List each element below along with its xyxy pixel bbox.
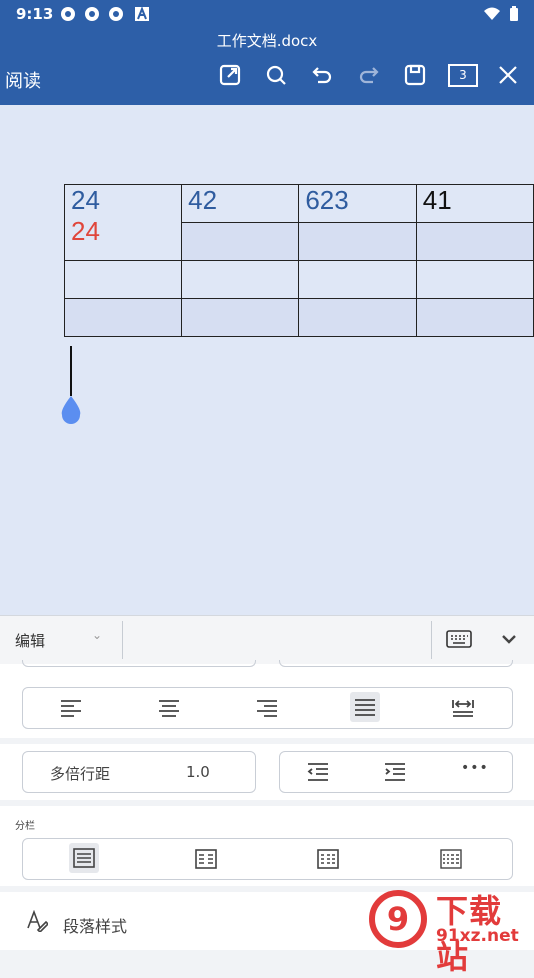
table-cell[interactable] [415,298,534,337]
status-time: 9:13 [16,5,54,23]
table-cell[interactable] [181,222,300,261]
align-left-icon[interactable] [59,697,83,719]
undo-icon[interactable] [309,62,335,88]
close-icon[interactable] [495,62,521,88]
document-canvas[interactable] [0,105,534,615]
red-text: 24 [71,216,100,246]
columns-group [22,838,513,880]
table-cell[interactable] [181,298,300,337]
notification-icon [109,7,123,21]
redo-icon[interactable] [356,62,382,88]
table-cell[interactable]: 24 24 [63,184,183,261]
cursor-handle[interactable] [60,396,82,424]
page-count-badge[interactable]: 3 [448,64,478,87]
watermark-logo: 9 下载站 91xz.net [366,886,534,976]
alignment-panel [0,678,534,738]
align-right-icon[interactable] [255,697,279,719]
a-badge-icon [135,6,149,21]
table-cell[interactable]: 42 [181,184,300,223]
table-cell[interactable]: 41 [415,184,534,223]
chevron-down-icon[interactable]: ⌄ [92,628,102,642]
text-cursor [70,346,72,396]
indent-group: ••• [279,751,513,793]
more-options-button[interactable]: ••• [461,760,489,776]
save-icon[interactable] [402,62,428,88]
table-cell[interactable]: 623 [298,184,417,223]
watermark-mark: 9 [369,890,427,948]
divider [122,621,123,659]
distribute-icon[interactable] [451,697,475,719]
three-column-icon[interactable] [316,848,340,870]
alignment-group [22,687,513,729]
chevron-down-icon[interactable] [500,630,518,648]
increase-indent-icon[interactable] [383,761,407,783]
divider [431,621,432,659]
document-title: 工作文档.docx [216,32,318,50]
columns-title: 分栏 [15,821,35,832]
align-center-icon[interactable] [157,697,181,719]
table-cell[interactable] [415,222,534,261]
edit-mode-label[interactable]: 编辑 [15,630,45,651]
paragraph-style-label[interactable]: 段落样式 [63,913,127,937]
notification-icon [85,7,99,21]
line-spacing-label: 多倍行距 [50,765,111,783]
columns-panel [0,806,534,886]
app-header: 9:13 工作文档.docx 阅读 3 [0,0,534,105]
table-cell[interactable] [181,260,300,299]
table-cell[interactable] [298,222,417,261]
panel-fragment [0,660,534,678]
keyboard-icon[interactable] [446,630,472,648]
edit-toolbar: 编辑 ⌄ [0,615,534,665]
read-mode-button[interactable]: 阅读 [5,67,41,93]
align-justify-icon[interactable] [350,692,380,722]
battery-icon [510,6,518,21]
one-column-icon[interactable] [69,843,99,873]
wifi-icon [484,7,500,20]
table-cell[interactable] [298,260,417,299]
decrease-indent-icon[interactable] [306,761,330,783]
watermark-domain: 91xz.net [436,926,519,946]
two-column-icon[interactable] [194,848,218,870]
search-icon[interactable] [263,62,289,88]
paragraph-style-icon [27,910,48,932]
four-column-icon[interactable] [439,848,463,870]
table-cell[interactable] [63,298,183,337]
edit-external-icon[interactable] [217,62,243,88]
table-cell[interactable] [298,298,417,337]
table-cell[interactable] [415,260,534,299]
svg-text:9: 9 [387,900,409,938]
table-cell[interactable] [63,260,183,299]
notification-icon [61,7,75,21]
line-spacing-value: 1.0 [186,763,210,781]
document-table[interactable]: 24 24 42 623 41 [63,184,534,337]
